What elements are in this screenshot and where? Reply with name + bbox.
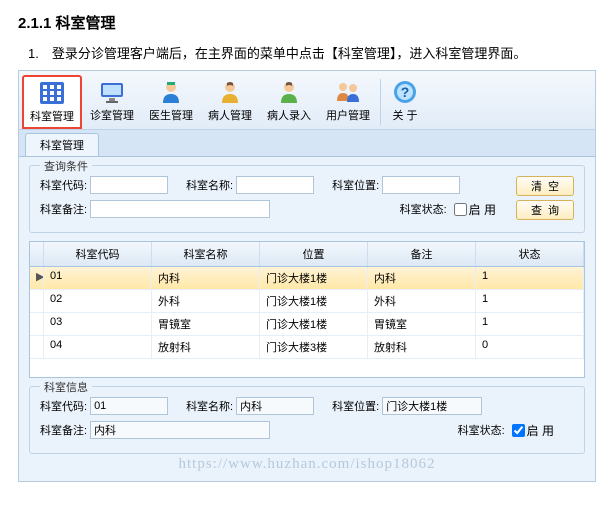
toolbar-separator [380,79,381,125]
query-group-title: 查询条件 [40,158,92,174]
grid-body: ▶01内科门诊大楼1楼内科102外科门诊大楼1楼外科103胃镜室门诊大楼1楼胃镜… [30,267,584,377]
info-group-title: 科室信息 [40,379,92,395]
row-marker [30,313,44,335]
main-panel: 查询条件 科室代码: 科室名称: 科室位置: 科室备注: 科室状态: 启 用 清空… [19,157,595,481]
query-code-input[interactable] [90,176,168,194]
cell-remark: 胃镜室 [368,313,476,335]
watermark-text: https://www.huzhan.com/ishop18062 [29,456,585,473]
info-status-label: 科室状态: [458,422,505,438]
patient-entry-icon [274,78,304,106]
tab-dept-mgmt[interactable]: 科室管理 [25,133,99,156]
info-name-label: 科室名称: [186,398,233,414]
grid-header-code[interactable]: 科室代码 [44,242,152,266]
main-toolbar: 科室管理 诊室管理 医生管理 病人管理 病人录入 [19,71,595,130]
loc-label: 科室位置: [332,177,379,193]
info-remark-label: 科室备注: [40,422,87,438]
grid-header-marker [30,242,44,266]
info-status-checkbox[interactable] [512,424,525,437]
grid-header-remark[interactable]: 备注 [368,242,476,266]
status-label: 科室状态: [400,201,447,217]
doc-section-title: 2.1.1 科室管理 [0,0,614,43]
row-marker [30,336,44,358]
table-row[interactable]: 03胃镜室门诊大楼1楼胃镜室1 [30,313,584,336]
toolbar-doctor-mgmt[interactable]: 医生管理 [142,75,200,129]
cell-status: 1 [476,313,584,335]
cell-status: 1 [476,267,584,289]
grid-header-status[interactable]: 状态 [476,242,584,266]
query-name-input[interactable] [236,176,314,194]
cell-code: 02 [44,290,152,312]
toolbar-dept-mgmt[interactable]: 科室管理 [22,75,82,129]
info-code-input[interactable] [90,397,168,415]
cell-name: 放射科 [152,336,260,358]
cell-loc: 门诊大楼1楼 [260,313,368,335]
cell-loc: 门诊大楼1楼 [260,290,368,312]
info-loc-input[interactable] [382,397,482,415]
grid-header-name[interactable]: 科室名称 [152,242,260,266]
toolbar-label: 病人录入 [267,107,311,123]
toolbar-label: 科室管理 [30,108,74,124]
tab-bar: 科室管理 [19,130,595,157]
table-row[interactable]: ▶01内科门诊大楼1楼内科1 [30,267,584,290]
info-remark-input[interactable] [90,421,270,439]
info-group: 科室信息 科室代码: 科室名称: 科室位置: 科室备注: 科室状态:启 用 [29,386,585,454]
name-label: 科室名称: [186,177,233,193]
grid-header: 科室代码 科室名称 位置 备注 状态 [30,242,584,267]
cell-remark: 外科 [368,290,476,312]
help-icon: ? [390,78,420,106]
remark-label: 科室备注: [40,201,87,217]
cell-code: 03 [44,313,152,335]
svg-text:?: ? [401,84,410,100]
cell-loc: 门诊大楼1楼 [260,267,368,289]
cell-name: 胃镜室 [152,313,260,335]
toolbar-label: 用户管理 [326,107,370,123]
cell-status: 0 [476,336,584,358]
cell-name: 内科 [152,267,260,289]
query-remark-input[interactable] [90,200,270,218]
cell-code: 04 [44,336,152,358]
patient-icon [215,78,245,106]
row-marker: ▶ [30,267,44,289]
doctor-icon [156,78,186,106]
query-loc-input[interactable] [382,176,460,194]
code-label: 科室代码: [40,177,87,193]
cell-remark: 内科 [368,267,476,289]
cell-remark: 放射科 [368,336,476,358]
toolbar-label: 诊室管理 [90,107,134,123]
cell-status: 1 [476,290,584,312]
toolbar-patient-mgmt[interactable]: 病人管理 [201,75,259,129]
cell-loc: 门诊大楼3楼 [260,336,368,358]
info-loc-label: 科室位置: [332,398,379,414]
status-cb-text: 启 用 [469,201,496,218]
toolbar-label: 医生管理 [149,107,193,123]
toolbar-label: 病人管理 [208,107,252,123]
monitor-icon [97,78,127,106]
toolbar-about[interactable]: ? 关 于 [383,75,427,129]
toolbar-label: 关 于 [392,107,417,123]
users-icon [333,78,363,106]
app-window: 科室管理 诊室管理 医生管理 病人管理 病人录入 [18,70,596,482]
clear-button[interactable]: 清空 [516,176,574,196]
table-row[interactable]: 04放射科门诊大楼3楼放射科0 [30,336,584,359]
query-group: 查询条件 科室代码: 科室名称: 科室位置: 科室备注: 科室状态:启 用 清空… [29,165,585,233]
toolbar-user-mgmt[interactable]: 用户管理 [319,75,377,129]
row-marker [30,290,44,312]
grid-header-loc[interactable]: 位置 [260,242,368,266]
toolbar-patient-entry[interactable]: 病人录入 [260,75,318,129]
info-code-label: 科室代码: [40,398,87,414]
grid-icon [37,79,67,107]
dept-grid: 科室代码 科室名称 位置 备注 状态 ▶01内科门诊大楼1楼内科102外科门诊大… [29,241,585,378]
query-status-checkbox[interactable] [454,203,467,216]
cell-code: 01 [44,267,152,289]
doc-intro-text: 1. 登录分诊管理客户端后，在主界面的菜单中点击【科室管理】，进入科室管理界面。 [0,43,614,70]
toolbar-room-mgmt[interactable]: 诊室管理 [83,75,141,129]
query-button[interactable]: 查询 [516,200,574,220]
table-row[interactable]: 02外科门诊大楼1楼外科1 [30,290,584,313]
cell-name: 外科 [152,290,260,312]
info-name-input[interactable] [236,397,314,415]
info-status-cb-text: 启 用 [527,422,554,439]
